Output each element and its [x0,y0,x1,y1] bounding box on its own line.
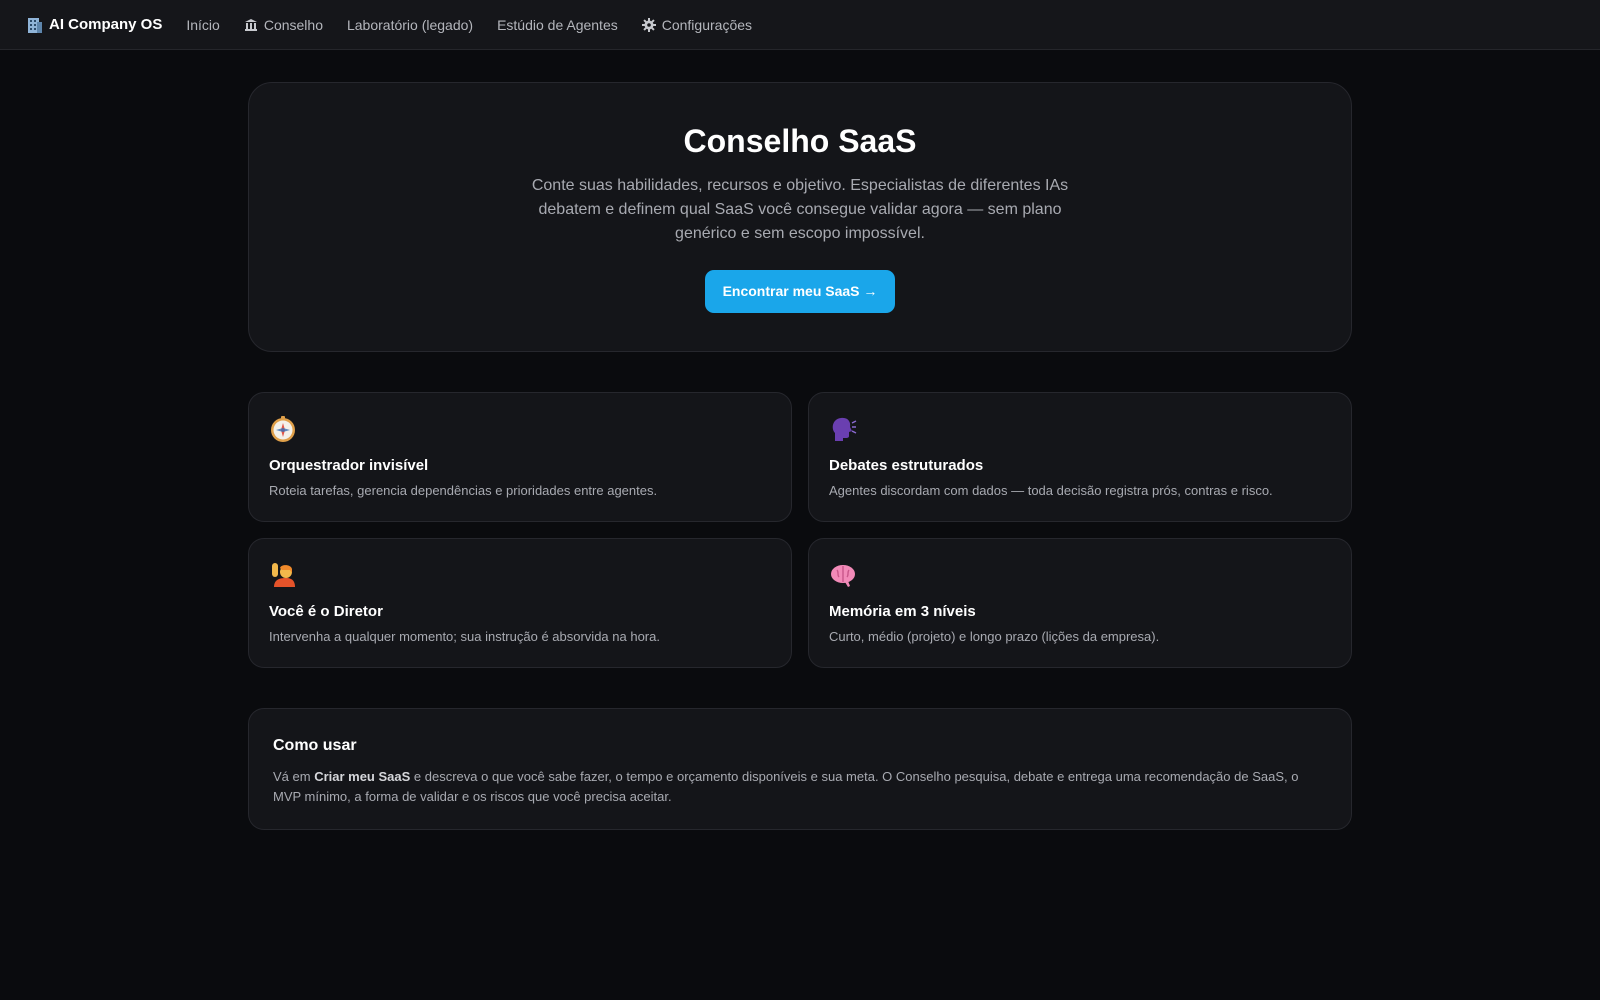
nav-item-label: Laboratório (legado) [346,16,474,33]
feature-title: Orquestrador invisível [269,457,429,474]
nav-item-label: Configurações [661,16,753,33]
bank-building-icon [244,18,258,32]
feature-description: Roteia tarefas, gerencia dependências e … [269,483,658,498]
feature-title: Debates estruturados [829,457,984,474]
nav-item-label: Conselho [263,16,323,33]
nav-item-label: Estúdio de Agentes [497,16,618,33]
find-my-saas-button[interactable]: Encontrar meu SaaS → [705,270,895,313]
brain-icon [829,561,857,589]
how-to-use-text: Vá em Criar meu SaaS e descreva o que vo… [273,767,1327,807]
nav-item-laboratorio[interactable]: Laboratório (legado) [347,17,473,33]
feature-description: Agentes discordam com dados — toda decis… [829,483,1273,498]
hero-subtitle: Conte suas habilidades, recursos e objet… [531,177,1069,242]
gear-icon [641,17,656,32]
top-nav-bar: AI Company OS Início Conselho Laboratóri… [0,0,1600,50]
how-to-use-card: Como usar Vá em Criar meu SaaS e descrev… [248,708,1352,830]
nav-item-configuracoes[interactable]: Configurações [641,16,753,33]
nav-item-label: Início [186,16,220,33]
feature-description: Curto, médio (projeto) e longo prazo (li… [829,629,1160,644]
nav-item-conselho[interactable]: Conselho [244,17,323,33]
feature-title: Memória em 3 níveis [829,603,976,620]
page-title: Conselho SaaS [683,123,917,159]
feature-card-memoria: Memória em 3 níveis Curto, médio (projet… [808,538,1352,668]
how-to-use-text-end: e descreva o que você sabe fazer, o temp… [273,769,1299,804]
nav-item-inicio[interactable]: Início [186,17,219,33]
brand-link[interactable]: AI Company OS [27,16,162,34]
feature-description: Intervenha a qualquer momento; sua instr… [269,629,660,644]
compass-icon [269,415,297,443]
office-building-icon [27,16,43,34]
speaking-head-icon [829,415,857,443]
how-to-use-title: Como usar [273,737,357,754]
raising-hand-person-icon [269,561,297,589]
hero-card: Conselho SaaS Conte suas habilidades, re… [248,82,1352,352]
feature-card-orquestrador: Orquestrador invisível Roteia tarefas, g… [248,392,792,522]
feature-card-debates: Debates estruturados Agentes discordam c… [808,392,1352,522]
feature-title: Você é o Diretor [269,603,383,620]
feature-card-diretor: Você é o Diretor Intervenha a qualquer m… [248,538,792,668]
how-to-use-text-start: Vá em [273,769,315,784]
create-my-saas-highlight: Criar meu SaaS [314,769,411,784]
nav-item-estudio-agentes[interactable]: Estúdio de Agentes [497,17,618,33]
brand-label: AI Company OS [49,16,163,33]
